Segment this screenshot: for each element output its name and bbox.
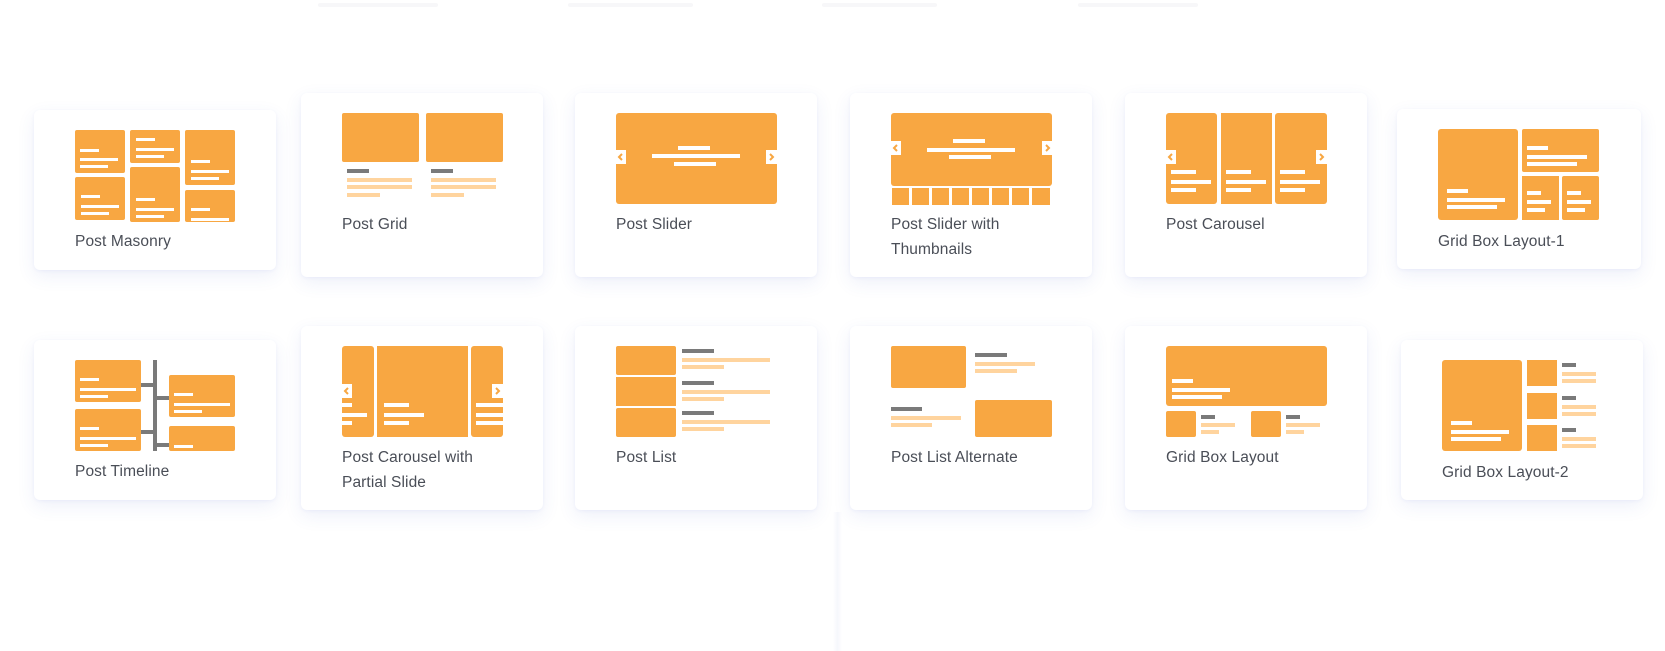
page-top-divider	[1078, 3, 1198, 7]
layout-card-label: Post Slider	[616, 216, 693, 233]
layout-card-label: Post Carousel with Partial Slide	[342, 449, 474, 491]
page-top-divider	[318, 3, 438, 7]
slider-thumbnails-layout-icon	[891, 113, 1052, 205]
layout-card-post-slider[interactable]: Post Slider	[575, 93, 817, 277]
layout-card-label: Post Carousel	[1166, 216, 1265, 233]
page-top-divider	[822, 3, 937, 7]
list-layout-icon	[616, 346, 770, 437]
layout-card-grid-box-layout-2[interactable]: Grid Box Layout-2	[1401, 340, 1643, 500]
layout-card-grid-box-layout-1[interactable]: Grid Box Layout-1	[1397, 109, 1641, 269]
grid-box-2-layout-icon	[1442, 360, 1596, 451]
masonry-layout-icon	[75, 130, 235, 222]
slider-layout-icon	[616, 113, 777, 204]
layout-card-label: Grid Box Layout-1	[1438, 233, 1565, 250]
layout-card-label: Post Slider with Thumbnails	[891, 216, 1000, 258]
layout-card-label: Grid Box Layout-2	[1442, 464, 1569, 481]
layout-card-post-slider-thumbnails[interactable]: Post Slider with Thumbnails	[850, 93, 1092, 277]
layout-card-label: Post Timeline	[75, 463, 170, 480]
layout-card-label: Grid Box Layout	[1166, 449, 1279, 466]
layout-card-label: Post List Alternate	[891, 449, 1018, 466]
layout-card-label: Post List	[616, 449, 677, 466]
list-alternate-layout-icon	[891, 346, 1052, 437]
carousel-layout-icon	[1166, 113, 1327, 204]
page-top-divider	[568, 3, 693, 7]
layout-card-post-carousel[interactable]: Post Carousel	[1125, 93, 1367, 277]
layout-card-post-carousel-partial[interactable]: Post Carousel with Partial Slide	[301, 326, 543, 510]
layout-card-post-timeline[interactable]: Post Timeline	[34, 340, 276, 500]
layout-card-post-list[interactable]: Post List	[575, 326, 817, 510]
layout-card-post-masonry[interactable]: Post Masonry	[34, 110, 276, 270]
timeline-layout-icon	[75, 360, 235, 451]
layout-card-grid-box-layout[interactable]: Grid Box Layout	[1125, 326, 1367, 510]
layout-card-post-list-alternate[interactable]: Post List Alternate	[850, 326, 1092, 510]
layout-card-label: Post Masonry	[75, 233, 171, 250]
column-divider	[833, 512, 842, 651]
layout-card-label: Post Grid	[342, 216, 408, 233]
grid-box-layout-icon	[1166, 346, 1327, 437]
layout-card-post-grid[interactable]: Post Grid	[301, 93, 543, 277]
grid-layout-icon	[342, 113, 503, 197]
grid-box-1-layout-icon	[1438, 129, 1599, 220]
carousel-partial-layout-icon	[342, 346, 503, 437]
